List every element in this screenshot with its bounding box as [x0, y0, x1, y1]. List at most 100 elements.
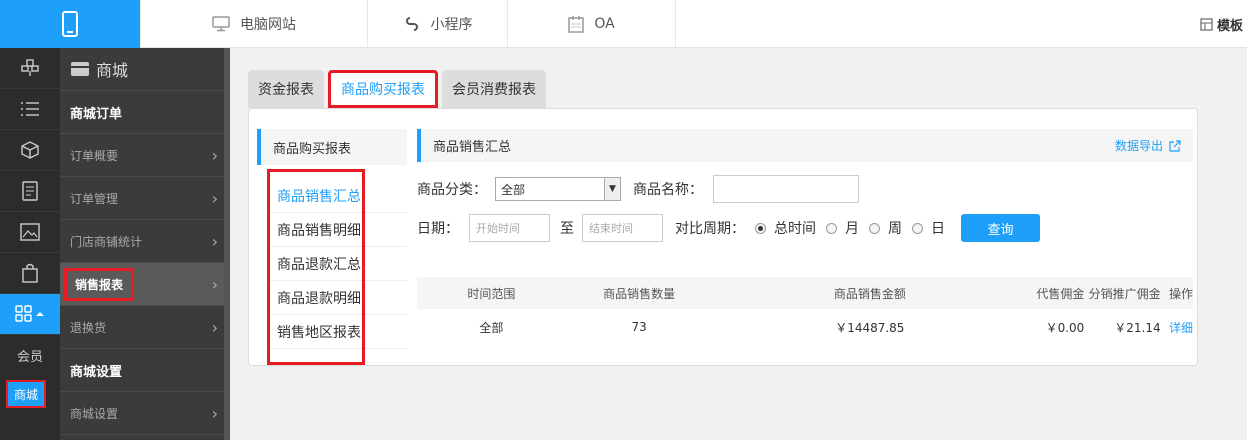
filter-row-category: 商品分类： 全部 ▼ 商品名称： [417, 175, 859, 203]
cell-promo: ￥21.14 [1114, 320, 1161, 335]
monitor-icon [212, 16, 230, 32]
start-date-input[interactable]: 开始时间 [469, 214, 550, 242]
sidebar-item-label: 商城设置 [70, 406, 119, 421]
mini-program-icon [405, 17, 418, 31]
highlight-box [267, 169, 365, 365]
cube-icon [21, 141, 39, 159]
template-button[interactable]: 模板 [1200, 0, 1243, 48]
product-name-input[interactable] [713, 175, 859, 203]
chevron-right-icon: › [211, 317, 218, 337]
query-button[interactable]: 查询 [961, 214, 1040, 242]
tab-oa-label: OA [594, 16, 615, 32]
category-label: 商品分类： [417, 182, 487, 198]
period-label: 对比周期： [675, 221, 745, 237]
sidebar-item-returns[interactable]: 退换货 › [60, 306, 224, 349]
sidebar-header-label: 商城 [96, 61, 129, 80]
list-icon [21, 102, 39, 116]
radio-total-label: 总时间 [774, 221, 816, 237]
layout-icon [21, 59, 39, 76]
radio-week[interactable] [869, 222, 880, 234]
date-label: 日期： [417, 221, 459, 237]
category-select[interactable]: 全部 ▼ [495, 177, 621, 201]
cell-qty: 73 [631, 320, 647, 334]
image-icon [20, 223, 40, 241]
nav-product[interactable] [0, 130, 60, 171]
tab-oa[interactable]: OA [508, 0, 676, 48]
sidebar-item-order-summary[interactable]: 订单概要 › [60, 134, 224, 177]
external-link-icon [1169, 139, 1181, 152]
export-button[interactable]: 数据导出 [1115, 137, 1181, 154]
sidebar-item-label: 订单概要 [70, 148, 119, 163]
sidebar-item-order-management[interactable]: 订单管理 › [60, 177, 224, 220]
tab-pc-website-label: 电脑网站 [240, 17, 296, 33]
chevron-right-icon: › [211, 403, 218, 423]
col-promo-commission: 分销推广佣金 [1088, 286, 1161, 301]
detail-link[interactable]: 详细 [1161, 319, 1193, 336]
report-tabs: 资金报表 商品购买报表 会员消费报表 [248, 70, 546, 108]
tab-pc-website[interactable]: 电脑网站 [140, 0, 368, 48]
cell-amount: ￥14487.85 [835, 320, 905, 335]
tab-mini-program[interactable]: 小程序 [368, 0, 508, 48]
col-action: 操作 [1168, 286, 1193, 301]
radio-week-label: 周 [888, 221, 902, 237]
product-name-label: 商品名称： [633, 182, 703, 198]
col-sales-qty: 商品销售数量 [603, 286, 676, 301]
document-icon [22, 181, 38, 201]
cell-range: 全部 [479, 320, 504, 335]
grid-icon [15, 305, 44, 322]
tab-fund-report[interactable]: 资金报表 [248, 70, 324, 108]
store-icon [71, 62, 89, 76]
main-area: 资金报表 商品购买报表 会员消费报表 商品购买报表 商品销售汇总 商品销售明细 … [230, 48, 1247, 440]
subnav-title: 商品购买报表 [257, 129, 407, 165]
filter-row-date: 日期： 开始时间 至 结束时间 对比周期： 总时间 月 周 日 查询 [417, 213, 1040, 243]
to-label: 至 [560, 221, 574, 237]
chevron-down-icon: ▼ [604, 178, 620, 200]
nav-bag[interactable] [0, 253, 60, 294]
tab-member-consumption-report[interactable]: 会员消费报表 [442, 70, 546, 108]
sidebar-item-sales-report[interactable]: 销售报表 › [60, 263, 224, 306]
radio-month[interactable] [826, 222, 837, 234]
tab-mini-program-label: 小程序 [430, 17, 473, 33]
sales-table: 时间范围 商品销售数量 商品销售金额 代售佣金 分销推广佣金 操作 全部 73 … [417, 277, 1193, 345]
icon-column: 会员 商城 [0, 48, 60, 440]
shopping-bag-icon [22, 263, 38, 283]
category-value: 全部 [501, 182, 526, 197]
template-label: 模板 [1216, 18, 1243, 34]
report-subnav: 商品购买报表 商品销售汇总 商品销售明细 商品退款汇总 商品退款明细 销售地区报… [257, 129, 407, 365]
radio-total[interactable] [755, 222, 766, 234]
radio-month-label: 月 [845, 221, 859, 237]
nav-image[interactable] [0, 212, 60, 253]
radio-day[interactable] [912, 222, 923, 234]
table-row: 全部 73 ￥14487.85 ￥0.00 ￥21.14 详细 [417, 309, 1193, 345]
end-date-input[interactable]: 结束时间 [582, 214, 663, 242]
top-bar: 电脑网站 小程序 OA 模板 [0, 0, 1247, 48]
nav-mall[interactable]: 商城 [6, 380, 46, 408]
nav-apps[interactable] [0, 294, 60, 335]
cell-consign: ￥0.00 [1045, 320, 1085, 335]
sidebar-item-label: 销售报表 [64, 267, 135, 301]
chevron-right-icon: › [211, 145, 218, 165]
mall-sidebar: 商城 商城订单 订单概要 › 订单管理 › 门店商铺统计 › 销售报表 › 退换… [60, 48, 224, 440]
chevron-right-icon: › [211, 231, 218, 251]
sidebar-item-label: 门店商铺统计 [70, 234, 143, 249]
report-content: 商品销售汇总 数据导出 商品分类： 全部 ▼ 商品名称： 日期： 开始时间 至 [417, 129, 1193, 335]
sidebar-item-store-stats[interactable]: 门店商铺统计 › [60, 220, 224, 263]
tab-product-purchase-report[interactable]: 商品购买报表 [328, 70, 438, 108]
section-mall-settings: 商城设置 [60, 349, 224, 392]
radio-day-label: 日 [931, 221, 945, 237]
nav-document[interactable] [0, 171, 60, 212]
mobile-tab[interactable] [0, 0, 140, 48]
mobile-phone-icon [62, 11, 78, 37]
nav-design[interactable] [0, 48, 60, 89]
sidebar-item-label: 退换货 [70, 320, 107, 335]
sidebar-item-mall-settings[interactable]: 商城设置 › [60, 392, 224, 435]
chevron-right-icon: › [211, 274, 218, 294]
sidebar-item-label: 订单管理 [70, 191, 119, 206]
content-header: 商品销售汇总 数据导出 [417, 129, 1193, 162]
nav-list[interactable] [0, 89, 60, 130]
calendar-icon [568, 16, 585, 33]
report-panel: 商品购买报表 商品销售汇总 商品销售明细 商品退款汇总 商品退款明细 销售地区报… [248, 108, 1198, 366]
nav-member[interactable]: 会员 [0, 335, 60, 376]
template-icon [1200, 17, 1213, 31]
sidebar-header: 商城 [60, 48, 224, 91]
